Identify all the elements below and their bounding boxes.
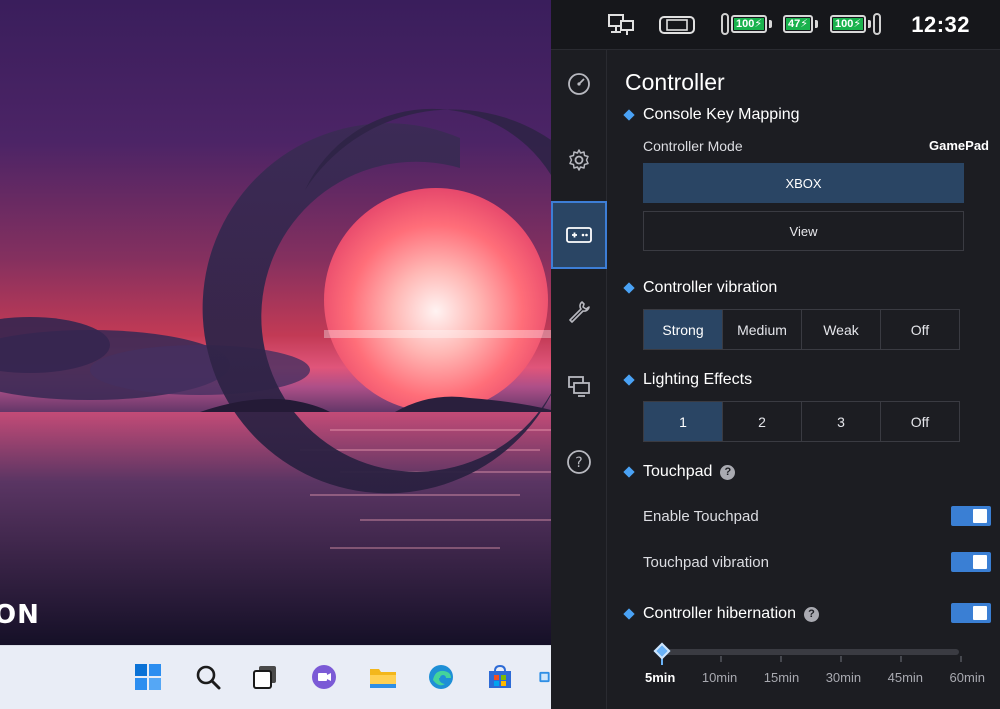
hibernation-option-45min[interactable]: 45min	[888, 670, 923, 685]
controller-settings: Controller Console Key Mapping Controlle…	[623, 50, 991, 709]
vibration-option-medium[interactable]: Medium	[723, 310, 802, 349]
enable-touchpad-label: Enable Touchpad	[643, 508, 759, 525]
section-touchpad: Touchpad ?	[623, 463, 736, 481]
vibration-option-strong[interactable]: Strong	[644, 310, 723, 349]
section-vibration: Controller vibration	[623, 279, 778, 297]
bullet-diamond-icon	[623, 109, 635, 121]
help-circle-icon: ?	[567, 450, 591, 474]
display-icon	[568, 376, 590, 397]
section-key-mapping: Console Key Mapping	[623, 106, 800, 124]
vibration-selector: Strong Medium Weak Off	[643, 309, 960, 350]
hibernation-option-10min[interactable]: 10min	[702, 670, 737, 685]
bullet-diamond-icon	[623, 374, 635, 386]
hibernation-slider-ticks	[661, 656, 962, 662]
hibernation-slider-labels: 5min 10min 15min 30min 45min 60min	[645, 670, 985, 685]
hibernation-help-icon[interactable]: ?	[803, 606, 819, 622]
windows-start-icon[interactable]	[131, 660, 165, 694]
brand-logo-text: ON	[0, 600, 40, 630]
lighting-option-1[interactable]: 1	[644, 402, 723, 441]
left-controller-battery-level: 100	[736, 18, 755, 30]
right-joycon-icon	[873, 13, 882, 35]
section-lighting: Lighting Effects	[623, 371, 753, 389]
svg-text:?: ?	[575, 455, 582, 471]
gamepad-icon	[566, 227, 592, 243]
nav-tools[interactable]	[551, 277, 607, 345]
wallpaper-art	[0, 108, 551, 645]
right-controller-battery: 100 ⚡	[830, 13, 882, 35]
partial-app-icon[interactable]	[538, 660, 551, 694]
enable-touchpad-toggle[interactable]	[951, 506, 991, 526]
nav-performance[interactable]	[551, 50, 607, 118]
hibernation-toggle[interactable]	[951, 603, 991, 623]
bullet-diamond-icon	[623, 608, 635, 620]
section-touchpad-title: Touchpad	[643, 463, 713, 480]
right-controller-battery-level: 100	[835, 18, 854, 30]
touchpad-vibration-toggle[interactable]	[951, 552, 991, 572]
desktop-wallpaper: ON	[0, 0, 551, 645]
nav-settings[interactable]	[551, 126, 607, 194]
bullet-diamond-icon	[623, 282, 635, 294]
mapping-view-button[interactable]: View	[643, 211, 964, 251]
hibernation-option-15min[interactable]: 15min	[764, 670, 799, 685]
task-view-icon[interactable]	[248, 660, 282, 694]
nav-help[interactable]: ?	[551, 428, 607, 496]
nav-display[interactable]	[551, 352, 607, 420]
vibration-option-off[interactable]: Off	[881, 310, 959, 349]
clock: 12:32	[911, 12, 970, 37]
chat-icon[interactable]	[307, 660, 341, 694]
wrench-icon	[569, 301, 590, 323]
touchpad-vibration-label: Touchpad vibration	[643, 554, 769, 571]
gear-icon	[569, 149, 589, 171]
device-battery-level: 47	[788, 18, 801, 30]
taskbar	[0, 645, 551, 709]
hibernation-option-60min[interactable]: 60min	[950, 670, 985, 685]
lighting-option-2[interactable]: 2	[723, 402, 802, 441]
remote-desktop-icon[interactable]	[607, 12, 635, 38]
speedometer-icon	[568, 73, 590, 95]
device-battery: 47 ⚡	[783, 13, 818, 35]
search-icon[interactable]	[191, 660, 225, 694]
hibernation-option-30min[interactable]: 30min	[826, 670, 861, 685]
bullet-diamond-icon	[623, 466, 635, 478]
section-hibernation: Controller hibernation ?	[623, 605, 819, 623]
section-lighting-title: Lighting Effects	[643, 371, 753, 388]
handheld-device-icon[interactable]	[658, 12, 696, 38]
section-vibration-title: Controller vibration	[643, 279, 778, 296]
page-title: Controller	[625, 69, 725, 95]
nav-controller[interactable]	[551, 201, 607, 269]
panel-sidebar: ?	[551, 50, 607, 709]
edge-browser-icon[interactable]	[424, 660, 458, 694]
left-joycon-icon	[721, 13, 729, 35]
file-explorer-icon[interactable]	[366, 660, 400, 694]
hibernation-slider-track[interactable]	[663, 649, 959, 655]
section-hibernation-title: Controller hibernation	[643, 605, 796, 622]
controller-mode-label: Controller Mode	[643, 138, 743, 154]
vibration-option-weak[interactable]: Weak	[802, 310, 881, 349]
lighting-option-off[interactable]: Off	[881, 402, 959, 441]
hibernation-option-5min[interactable]: 5min	[645, 670, 675, 685]
microsoft-store-icon[interactable]	[483, 660, 517, 694]
section-key-mapping-title: Console Key Mapping	[643, 106, 800, 123]
left-controller-battery: 100 ⚡	[721, 13, 773, 35]
touchpad-help-icon[interactable]: ?	[720, 464, 736, 480]
mapping-xbox-button[interactable]: XBOX	[643, 163, 964, 203]
lighting-option-3[interactable]: 3	[802, 402, 881, 441]
quick-settings-panel: 100 ⚡ 47 ⚡ 100 ⚡ 12:32 ? Controller Cons…	[551, 0, 1000, 709]
lighting-selector: 1 2 3 Off	[643, 401, 960, 442]
status-bar: 100 ⚡ 47 ⚡ 100 ⚡ 12:32	[551, 0, 1000, 50]
controller-mode-value: GamePad	[929, 138, 989, 153]
